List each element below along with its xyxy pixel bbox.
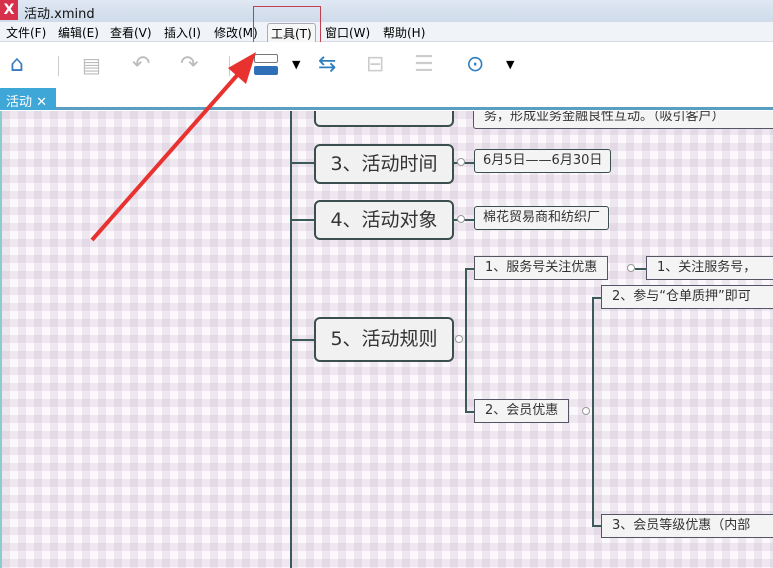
menu-file[interactable]: 文件(F) [4,24,48,41]
highlight-box [253,6,321,45]
tab-label: 活动 [6,95,33,110]
rule-follow-service[interactable]: 1、服务号关注优惠 [474,256,609,280]
toolbar-separator [229,56,230,76]
menu-view[interactable]: 查看(V) [108,24,154,41]
mind-map-canvas[interactable]: 务，形成业务金融良性互动。（吸引客户） 3、活动时间 6月5日——6月30日 4… [0,111,773,568]
rule-follow-service-detail[interactable]: 1、关注服务号， [646,256,773,280]
menu-edit[interactable]: 编辑(E) [56,24,101,41]
menu-window[interactable]: 窗口(W) [323,24,372,41]
topic-partial[interactable] [314,111,454,127]
xmind-logo-icon: X [0,0,18,20]
topic-style-icon[interactable] [254,54,278,76]
save-icon[interactable]: ▤ [82,52,101,78]
topic-activity-target[interactable]: 4、活动对象 [314,200,454,240]
boundary-icon[interactable]: ☰ [414,52,434,78]
more-icon[interactable]: ⊙ [466,52,484,78]
redo-icon[interactable]: ↷ [180,52,198,78]
topic-activity-time-detail[interactable]: 6月5日——6月30日 [474,149,612,173]
rule-member-detail-2[interactable]: 2、参与“仓单质押”即可 [601,285,773,309]
menu-bar: 文件(F) 编辑(E) 查看(V) 插入(I) 修改(M) 工具(T) 窗口(W… [0,22,773,44]
structure-icon[interactable]: ⊟ [366,52,384,78]
tab-activity[interactable]: 活动 ✕ [0,88,56,110]
menu-insert[interactable]: 插入(I) [162,24,203,41]
dropdown-arrow-icon[interactable]: ▼ [292,52,300,78]
toolbar: ⌂ ▤ ↶ ↷ ▼ ⇆ ⊟ ☰ ⊙ ▼ [0,42,773,88]
menu-help[interactable]: 帮助(H) [381,24,427,41]
relationship-icon[interactable]: ⇆ [318,52,336,78]
tab-bar: 活动 ✕ [0,88,773,110]
home-icon[interactable]: ⌂ [10,52,24,78]
topic-activity-time[interactable]: 3、活动时间 [314,144,454,184]
rule-member-discount[interactable]: 2、会员优惠 [474,399,570,423]
toolbar-separator [58,56,59,76]
topic-activity-rules[interactable]: 5、活动规则 [314,317,454,362]
title-bar: X 活动.xmind [0,0,773,22]
dropdown-arrow-icon[interactable]: ▼ [506,52,514,78]
topic-activity-target-detail[interactable]: 棉花贸易商和纺织厂 [474,206,610,230]
rule-member-detail-3[interactable]: 3、会员等级优惠（内部 [601,514,773,538]
topic-partial-detail[interactable]: 务，形成业务金融良性互动。（吸引客户） [473,111,773,129]
undo-icon[interactable]: ↶ [132,52,150,78]
window-title: 活动.xmind [24,7,95,22]
close-icon[interactable]: ✕ [36,95,47,110]
